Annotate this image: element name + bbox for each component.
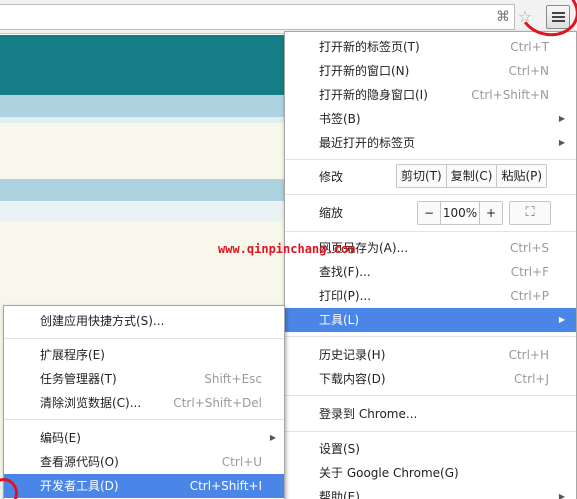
browser-toolbar: ⌘ ☆ — [0, 0, 577, 34]
menu-item-find[interactable]: 查找(F)... Ctrl+F — [285, 260, 576, 284]
menu-item-tools[interactable]: 工具(L) ▶ — [285, 308, 576, 332]
menu-item-about[interactable]: 关于 Google Chrome(G) — [285, 461, 576, 485]
menu-item-new-tab[interactable]: 打开新的标签页(T) Ctrl+T — [285, 35, 576, 59]
cut-button[interactable]: 剪切(T) — [397, 165, 447, 187]
zoom-in-button[interactable]: + — [480, 202, 502, 224]
menu-item-new-incognito[interactable]: 打开新的隐身窗口(I) Ctrl+Shift+N — [285, 83, 576, 107]
menu-separator — [285, 431, 576, 432]
submenu-arrow-icon: ▶ — [269, 433, 276, 442]
translate-icon[interactable]: ⌘ — [494, 8, 512, 26]
edit-button-group: 剪切(T) 复制(C) 粘贴(P) — [396, 164, 548, 188]
submenu-arrow-icon: ▶ — [558, 114, 565, 123]
menu-item-history[interactable]: 历史记录(H) Ctrl+H — [285, 343, 576, 367]
menu-item-devtools[interactable]: 开发者工具(D) Ctrl+Shift+I — [4, 474, 284, 498]
menu-item-task-manager[interactable]: 任务管理器(T) Shift+Esc — [4, 367, 284, 391]
menu-item-view-source[interactable]: 查看源代码(O) Ctrl+U — [4, 450, 284, 474]
menu-separator — [285, 159, 576, 160]
menu-item-print[interactable]: 打印(P)... Ctrl+P — [285, 284, 576, 308]
menu-separator — [4, 338, 284, 339]
menu-item-settings[interactable]: 设置(S) — [285, 437, 576, 461]
menu-separator — [285, 336, 576, 337]
fullscreen-button[interactable]: ⛶ — [509, 201, 551, 225]
menu-item-encoding[interactable]: 编码(E) ▶ — [4, 426, 284, 450]
menu-item-new-window[interactable]: 打开新的窗口(N) Ctrl+N — [285, 59, 576, 83]
zoom-control: − 100% + — [417, 201, 503, 225]
copy-button[interactable]: 复制(C) — [446, 165, 498, 187]
tools-submenu: 创建应用快捷方式(S)... 扩展程序(E) 任务管理器(T) Shift+Es… — [3, 305, 285, 499]
menu-item-recent-tabs[interactable]: 最近打开的标签页 ▶ — [285, 131, 576, 155]
menu-item-create-shortcuts[interactable]: 创建应用快捷方式(S)... — [4, 309, 284, 333]
paste-button[interactable]: 粘贴(P) — [497, 165, 547, 187]
menu-item-help[interactable]: 帮助(E) ▶ — [285, 485, 576, 499]
chrome-main-menu: 打开新的标签页(T) Ctrl+T 打开新的窗口(N) Ctrl+N 打开新的隐… — [284, 31, 577, 499]
zoom-out-button[interactable]: − — [418, 202, 440, 224]
menu-item-bookmarks[interactable]: 书签(B) ▶ — [285, 107, 576, 131]
menu-separator — [285, 395, 576, 396]
menu-item-clear-data[interactable]: 清除浏览数据(C)... Ctrl+Shift+Del — [4, 391, 284, 415]
menu-separator — [285, 194, 576, 195]
menu-separator — [4, 419, 284, 420]
address-bar[interactable] — [0, 4, 515, 30]
submenu-arrow-icon: ▶ — [558, 492, 565, 499]
menu-item-sign-in[interactable]: 登录到 Chrome... — [285, 402, 576, 426]
menu-item-extensions[interactable]: 扩展程序(E) — [4, 343, 284, 367]
submenu-arrow-icon: ▶ — [558, 138, 565, 147]
menu-item-downloads[interactable]: 下载内容(D) Ctrl+J — [285, 367, 576, 391]
submenu-arrow-icon: ▶ — [558, 315, 565, 324]
zoom-level: 100% — [440, 202, 480, 224]
fullscreen-icon: ⛶ — [525, 205, 535, 220]
watermark-text: www.qinpinchang.com — [218, 242, 356, 256]
menu-separator — [285, 231, 576, 232]
